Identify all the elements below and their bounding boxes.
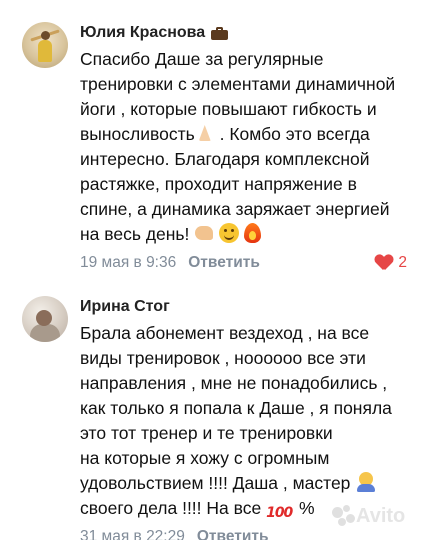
heart-icon <box>375 255 393 271</box>
like-button[interactable]: 2 <box>375 254 407 272</box>
reply-button[interactable]: Ответить <box>197 528 269 540</box>
comment-line: интересно. Благодаря комплексной <box>80 149 370 169</box>
comment-line: на которые я хожу с огромным <box>80 448 330 468</box>
comment-line: на весь день! <box>80 222 425 247</box>
praying-hands-icon <box>195 123 215 143</box>
comment-line: тренировки с элементами динамичной <box>80 74 396 94</box>
comment-fragment: выносливость <box>80 124 195 144</box>
comment-fragment: своего дела !!!! На все <box>80 498 267 518</box>
comment-body: Юлия Краснова Спасибо Даше за регулярные… <box>80 22 425 276</box>
author-row: Ирина Стог <box>80 296 425 318</box>
avatar[interactable] <box>22 22 68 68</box>
briefcase-icon <box>211 26 229 40</box>
smiling-face-icon <box>219 223 240 243</box>
comment-meta: 19 мая в 9:36 Ответить 2 <box>80 250 425 276</box>
comment-fragment: на весь день! <box>80 224 195 244</box>
hundred-points-icon: 100 <box>266 505 293 521</box>
author-name[interactable]: Ирина Стог <box>80 298 170 316</box>
comment-line: растяжке, проходит напряжение в <box>80 174 357 194</box>
flexed-biceps-icon <box>194 223 214 243</box>
comment-line: Брала абонемент вездеход , на все <box>80 323 370 343</box>
comment-line: виды тренировок , нoooooo все эти <box>80 348 366 368</box>
comment-line: удовольствием !!!! Даша , мастер <box>80 471 425 496</box>
avito-watermark: Avito <box>330 503 425 531</box>
comment-fragment: удовольствием !!!! Даша , мастер <box>80 473 356 493</box>
comment-line: это тот тренер и те тренировки <box>80 423 333 443</box>
comment-line: как только я попала к Даше , я поняла <box>80 398 392 418</box>
comment-line: направления , мне не понадобились , <box>80 373 388 393</box>
comment-line: йоги , которые повышают гибкость и <box>80 99 377 119</box>
watermark-text: Avito <box>356 505 406 527</box>
comment-line: спине, а динамика заряжает энергией <box>80 199 390 219</box>
comment-date[interactable]: 31 мая в 22:29 <box>80 528 185 540</box>
avatar[interactable] <box>22 296 68 342</box>
like-count: 2 <box>398 254 407 271</box>
author-name[interactable]: Юлия Краснова <box>80 24 205 42</box>
comment-fragment: . Комбо это всегда <box>214 124 370 144</box>
fire-icon <box>244 223 262 243</box>
comment: Ирина Стог Брала абонемент вездеход , на… <box>0 282 429 540</box>
comment-date[interactable]: 19 мая в 9:36 <box>80 254 176 272</box>
comment-line: выносливость . Комбо это всегда <box>80 122 425 147</box>
comment-line: Спасибо Даше за регулярные <box>80 49 324 69</box>
comment: Юлия Краснова Спасибо Даше за регулярные… <box>0 0 429 278</box>
reply-button[interactable]: Ответить <box>188 254 260 272</box>
woman-office-worker-icon <box>355 472 377 492</box>
comment-text: Брала абонемент вездеход , на все виды т… <box>80 321 425 521</box>
author-row: Юлия Краснова <box>80 22 425 44</box>
comment-text: Спасибо Даше за регулярные тренировки с … <box>80 47 425 247</box>
comment-fragment: % <box>294 498 315 518</box>
